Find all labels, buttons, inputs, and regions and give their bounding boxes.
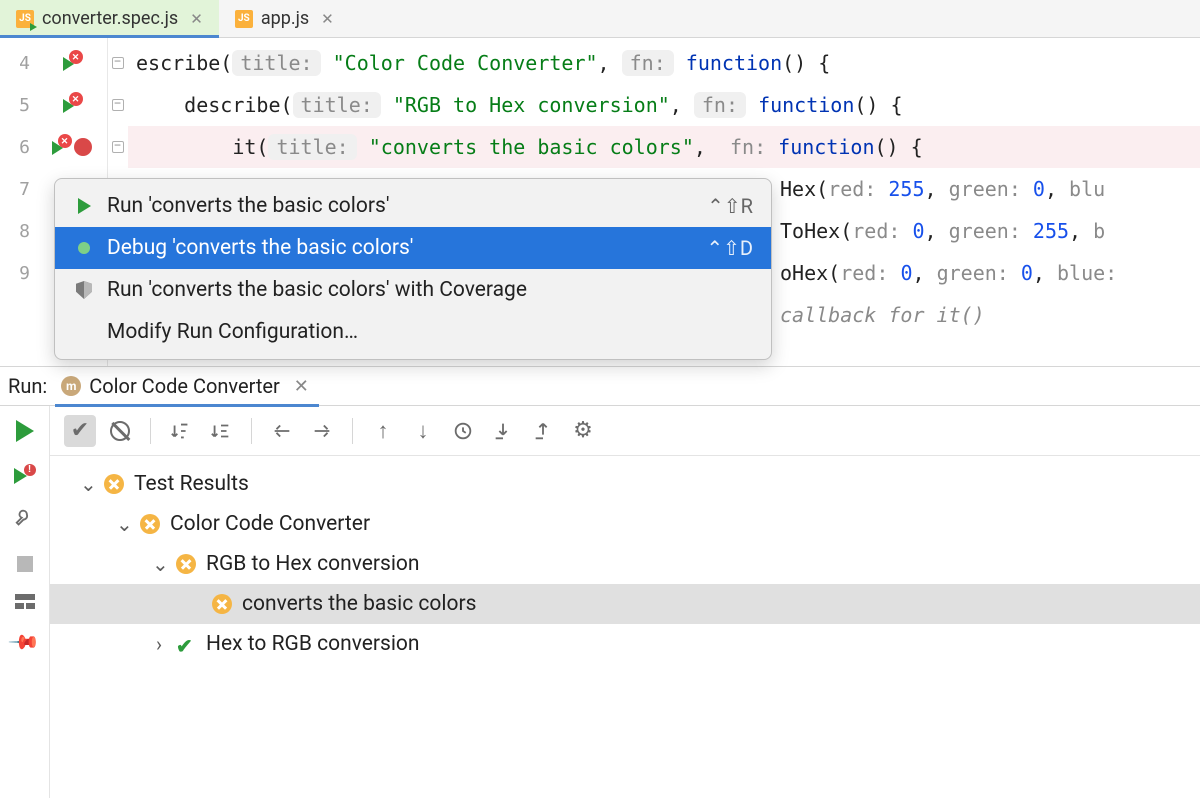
test-tree-row[interactable]: ✔ Hex to RGB conversion (50, 624, 1200, 664)
test-fail-icon (176, 554, 196, 574)
test-tree-label: Hex to RGB conversion (206, 632, 420, 656)
debug-icon (73, 239, 95, 257)
gutter-row[interactable]: 5 (0, 84, 107, 126)
mocha-icon: m (61, 376, 81, 396)
run-config-tab[interactable]: m Color Code Converter ✕ (61, 374, 309, 398)
rerun-failed-icon[interactable] (14, 464, 36, 486)
close-icon[interactable]: ✕ (190, 10, 203, 28)
collapse-all-icon[interactable] (306, 415, 338, 447)
context-menu-label: Modify Run Configuration… (107, 320, 753, 344)
line-number: 7 (0, 179, 30, 200)
tree-expand-icon[interactable] (80, 472, 94, 497)
run-config-name: Color Code Converter (89, 374, 280, 398)
expand-all-icon[interactable] (266, 415, 298, 447)
line-number: 4 (0, 53, 30, 74)
context-menu-label: Run 'converts the basic colors' with Cov… (107, 278, 753, 302)
test-tree-row[interactable]: Test Results (50, 464, 1200, 504)
test-tree-row[interactable]: converts the basic colors (50, 584, 1200, 624)
run-test-failed-icon[interactable] (63, 96, 81, 114)
test-tree-label: RGB to Hex conversion (206, 552, 420, 576)
context-menu-item[interactable]: Run 'converts the basic colors' with Cov… (55, 269, 771, 311)
gutter-row[interactable]: 4 (0, 42, 107, 84)
keyboard-shortcut: ⌃⇧R (707, 194, 753, 218)
context-menu-label: Run 'converts the basic colors' (107, 194, 695, 218)
export-tests-icon[interactable] (527, 415, 559, 447)
close-icon[interactable]: ✕ (294, 376, 309, 397)
sort-duration-icon[interactable] (205, 415, 237, 447)
editor-tabs-bar: JS converter.spec.js ✕ JS app.js ✕ (0, 0, 1200, 38)
pin-icon[interactable]: 📌 (7, 625, 42, 660)
layout-icon[interactable] (15, 594, 35, 608)
js-test-file-icon: JS (16, 10, 34, 28)
wrench-icon[interactable] (14, 508, 36, 534)
show-ignored-icon[interactable] (104, 415, 136, 447)
code-line[interactable]: escribe(title: "Color Code Converter", f… (128, 42, 1200, 84)
test-tree-label: Test Results (134, 472, 249, 496)
fold-handle-icon[interactable] (112, 99, 124, 111)
tree-expand-icon[interactable] (116, 512, 130, 537)
play-icon (73, 198, 95, 214)
test-tree: Test Results Color Code Converter RGB to H… (50, 456, 1200, 672)
gutter-row[interactable]: 6 (0, 126, 107, 168)
test-fail-icon (140, 514, 160, 534)
test-toolbar: ✔ ↑ ↓ (50, 406, 1200, 456)
tab-converter-spec[interactable]: JS converter.spec.js ✕ (0, 0, 219, 37)
code-line[interactable]: describe(title: "RGB to Hex conversion",… (128, 84, 1200, 126)
sort-alpha-icon[interactable] (165, 415, 197, 447)
context-menu-item[interactable]: Modify Run Configuration… (55, 311, 771, 353)
tree-expand-icon[interactable] (152, 552, 166, 577)
tab-app-js[interactable]: JS app.js ✕ (219, 0, 350, 37)
line-number: 5 (0, 95, 30, 116)
test-pass-icon: ✔ (176, 634, 196, 654)
test-tree-row[interactable]: RGB to Hex conversion (50, 544, 1200, 584)
tab-label: converter.spec.js (42, 8, 178, 29)
test-history-icon[interactable] (447, 415, 479, 447)
run-test-failed-icon[interactable] (52, 138, 70, 156)
next-failed-icon[interactable]: ↓ (407, 415, 439, 447)
settings-icon[interactable]: ⚙ (567, 415, 599, 447)
prev-failed-icon[interactable]: ↑ (367, 415, 399, 447)
run-panel-header: Run: m Color Code Converter ✕ (0, 366, 1200, 406)
test-fail-icon (104, 474, 124, 494)
close-icon[interactable]: ✕ (321, 10, 334, 28)
line-number: 9 (0, 263, 30, 284)
tab-label: app.js (261, 8, 309, 29)
fold-handle-icon[interactable] (112, 141, 124, 153)
line-number: 8 (0, 221, 30, 242)
tree-expand-icon[interactable] (152, 632, 166, 657)
keyboard-shortcut: ⌃⇧D (706, 236, 753, 260)
context-menu-item[interactable]: Debug 'converts the basic colors' ⌃⇧D (55, 227, 771, 269)
run-left-toolbar: 📌 (0, 406, 50, 798)
test-tree-label: converts the basic colors (242, 592, 476, 616)
js-file-icon: JS (235, 10, 253, 28)
rerun-icon[interactable] (16, 420, 34, 442)
run-panel: 📌 ✔ ↑ ↓ (0, 406, 1200, 798)
context-menu-label: Debug 'converts the basic colors' (107, 236, 694, 260)
run-title-prefix: Run: (8, 374, 47, 398)
stop-icon[interactable] (17, 556, 33, 572)
run-context-menu: Run 'converts the basic colors' ⌃⇧R Debug … (54, 178, 772, 360)
import-tests-icon[interactable] (487, 415, 519, 447)
test-fail-icon (212, 594, 232, 614)
breakpoint-icon[interactable] (74, 138, 92, 156)
code-line[interactable]: it(title: "converts the basic colors", f… (128, 126, 1200, 168)
coverage-icon (73, 281, 95, 299)
show-passed-icon[interactable]: ✔ (64, 415, 96, 447)
run-test-failed-icon[interactable] (63, 54, 81, 72)
line-number: 6 (0, 137, 30, 158)
fold-handle-icon[interactable] (112, 57, 124, 69)
test-tree-row[interactable]: Color Code Converter (50, 504, 1200, 544)
context-menu-item[interactable]: Run 'converts the basic colors' ⌃⇧R (55, 185, 771, 227)
test-tree-label: Color Code Converter (170, 512, 370, 536)
